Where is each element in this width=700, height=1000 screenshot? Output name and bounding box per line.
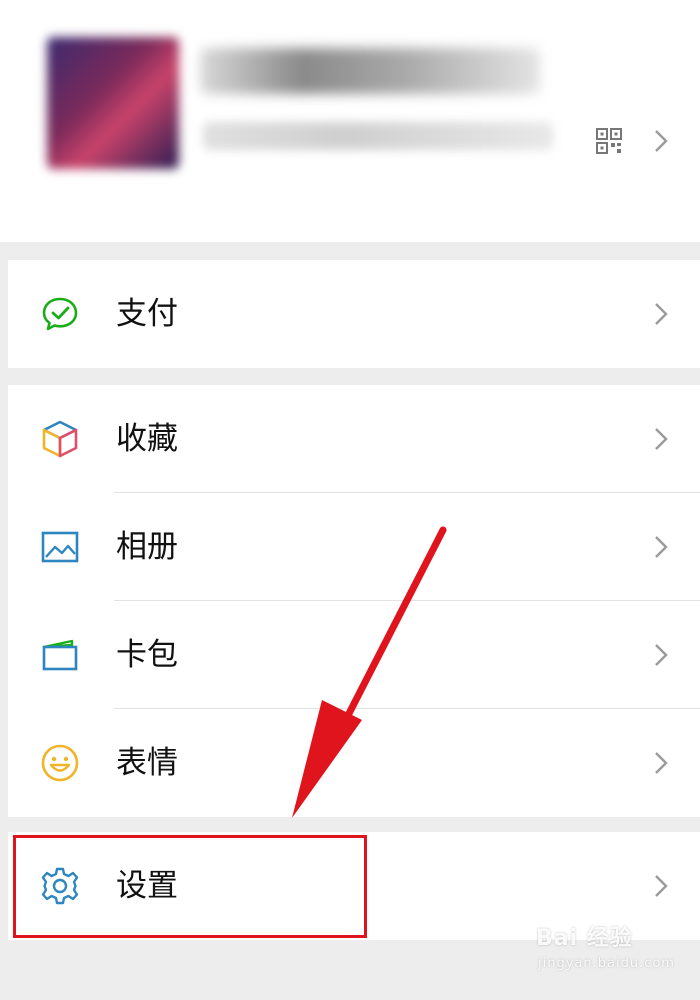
menu-item-label: 收藏 bbox=[116, 421, 178, 457]
wechat-pay-icon bbox=[42, 297, 78, 331]
menu-item-label: 支付 bbox=[116, 296, 178, 332]
watermark-sub: jingyan.baidu.com bbox=[538, 956, 675, 971]
cube-icon bbox=[42, 420, 78, 458]
watermark-main: Bai 经验 bbox=[536, 926, 633, 951]
menu-item-label: 卡包 bbox=[116, 637, 178, 673]
avatar[interactable] bbox=[47, 37, 179, 169]
profile-wechat-id bbox=[203, 122, 553, 150]
chevron-right-icon bbox=[655, 875, 668, 897]
profile-nickname bbox=[200, 48, 540, 94]
chevron-right-icon bbox=[655, 303, 668, 325]
smiley-icon bbox=[41, 744, 79, 782]
chevron-right-icon bbox=[655, 536, 668, 558]
menu-item-album[interactable]: 相册 bbox=[8, 493, 700, 601]
qr-code-icon[interactable] bbox=[596, 128, 622, 154]
chevron-right-icon bbox=[655, 644, 668, 666]
menu-item-pay[interactable]: 支付 bbox=[8, 260, 700, 368]
highlight-box bbox=[13, 835, 367, 938]
chevron-right-icon bbox=[655, 752, 668, 774]
card-icon bbox=[42, 639, 78, 671]
baidu-watermark: Bai 经验 jingyan.baidu.com bbox=[536, 920, 686, 982]
pay-group: 支付 bbox=[8, 260, 700, 368]
menu-item-label: 相册 bbox=[116, 529, 178, 565]
chevron-right-icon bbox=[655, 428, 668, 450]
features-group: 收藏 相册 卡包 表情 bbox=[8, 385, 700, 817]
image-icon bbox=[41, 531, 79, 563]
menu-item-cards[interactable]: 卡包 bbox=[8, 601, 700, 709]
menu-item-favorites[interactable]: 收藏 bbox=[8, 385, 700, 493]
chevron-right-icon bbox=[655, 130, 668, 152]
menu-item-label: 表情 bbox=[116, 745, 178, 781]
profile-card[interactable] bbox=[0, 0, 700, 242]
menu-item-stickers[interactable]: 表情 bbox=[8, 709, 700, 817]
